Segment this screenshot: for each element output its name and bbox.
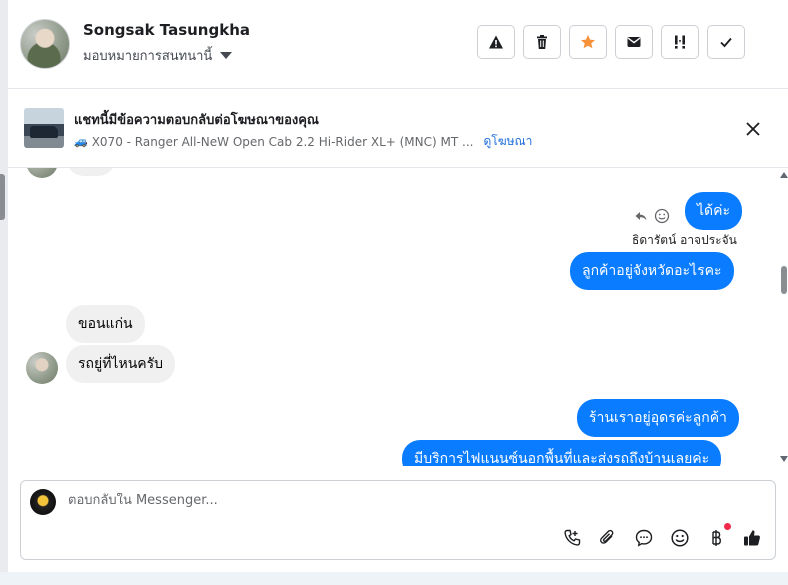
spam-warning-icon xyxy=(489,35,503,49)
left-scroll-handle[interactable] xyxy=(0,174,5,220)
done-button[interactable] xyxy=(707,25,745,59)
emoji-button[interactable] xyxy=(669,527,691,549)
mark-unread-button[interactable] xyxy=(615,25,653,59)
attach-button[interactable] xyxy=(597,527,619,549)
page-avatar xyxy=(30,489,56,515)
payment-button[interactable] xyxy=(705,523,731,549)
react-emoji-icon[interactable] xyxy=(654,208,670,224)
baht-icon xyxy=(712,530,722,546)
delete-button[interactable] xyxy=(523,25,561,59)
reply-icon[interactable] xyxy=(634,209,648,223)
follow-up-icon xyxy=(675,35,685,49)
saved-replies-button[interactable] xyxy=(633,527,655,549)
scroll-down-arrow-icon[interactable] xyxy=(780,456,788,462)
scrollbar-thumb[interactable] xyxy=(781,266,787,294)
chat-bubble-icon xyxy=(635,529,653,547)
left-edge-panel xyxy=(0,0,8,585)
checkmark-icon xyxy=(720,37,732,48)
reply-composer xyxy=(20,480,776,560)
phone-icon xyxy=(564,529,581,546)
message-sender-name: ธิดารัตน์ อาจประจัน xyxy=(632,233,737,247)
message-bubble-incoming[interactable]: รถยู่ที่ไหนครับ xyxy=(66,345,176,383)
message-thread[interactable]: ได้ค่ะ ธิดารัตน์ อาจประจัน ลูกค้าอยู่จัง… xyxy=(8,168,788,466)
envelope-icon xyxy=(627,37,641,47)
message-bubble-outgoing[interactable]: ลูกค้าอยู่จังหวัดอะไรคะ xyxy=(570,252,734,290)
message-bubble-incoming[interactable]: ขอนแก่น xyxy=(66,305,145,343)
ad-reply-banner: แชทนี้มีข้อความตอบกลับต่อโฆษณาของคุณ 🚙 X… xyxy=(8,89,788,168)
message-bubble-outgoing[interactable]: ร้านเราอยู่อุดรค่ะลูกค้า xyxy=(577,399,739,437)
bottom-strip xyxy=(0,572,788,585)
assign-conversation-dropdown[interactable]: มอบหมายการสนทนานี้ xyxy=(83,45,233,66)
message-bubble-outgoing[interactable]: ได้ค่ะ xyxy=(685,192,743,230)
paperclip-icon xyxy=(600,529,614,544)
conversation-header: Songsak Tasungkha มอบหมายการสนทนานี้ xyxy=(8,0,788,89)
view-ad-link[interactable]: ดูโฆษณา xyxy=(483,132,532,151)
composer-tools xyxy=(561,523,763,549)
close-icon[interactable] xyxy=(743,119,763,139)
ad-product-line: 🚙 X070 - Ranger All-NeW Open Cab 2.2 Hi-… xyxy=(74,132,532,151)
star-button[interactable] xyxy=(569,25,607,59)
notification-dot xyxy=(724,523,731,530)
contact-avatar-small[interactable] xyxy=(26,352,58,384)
follow-up-button[interactable] xyxy=(661,25,699,59)
like-button[interactable] xyxy=(741,527,763,549)
contact-name[interactable]: Songsak Tasungkha xyxy=(83,21,250,39)
caret-down-icon xyxy=(220,52,233,59)
scroll-up-arrow-icon[interactable] xyxy=(780,172,788,178)
contact-avatar-small xyxy=(26,168,58,178)
truck-icon: 🚙 xyxy=(74,135,88,148)
spam-button[interactable] xyxy=(477,25,515,59)
contact-avatar[interactable] xyxy=(20,19,70,69)
ad-banner-title: แชทนี้มีข้อความตอบกลับต่อโฆษณาของคุณ xyxy=(74,113,319,128)
ad-product-name: X070 - Ranger All-NeW Open Cab 2.2 Hi-Ri… xyxy=(91,134,474,149)
assign-label: มอบหมายการสนทนานี้ xyxy=(83,49,213,64)
message-actions xyxy=(634,208,670,224)
trash-icon xyxy=(537,35,547,49)
message-bubble-incoming[interactable] xyxy=(66,168,116,176)
header-actions xyxy=(477,25,745,59)
ad-thumbnail[interactable] xyxy=(24,108,64,148)
reply-input[interactable] xyxy=(68,493,718,508)
thumbs-up-icon xyxy=(744,530,760,546)
emoji-icon xyxy=(671,529,689,547)
chat-scrollbar[interactable] xyxy=(778,168,788,466)
star-icon xyxy=(581,35,595,49)
call-button[interactable] xyxy=(561,527,583,549)
message-bubble-outgoing[interactable]: มีบริการไฟแนนซ์นอกพื้นที่และส่งรถถึงบ้าน… xyxy=(402,440,722,466)
